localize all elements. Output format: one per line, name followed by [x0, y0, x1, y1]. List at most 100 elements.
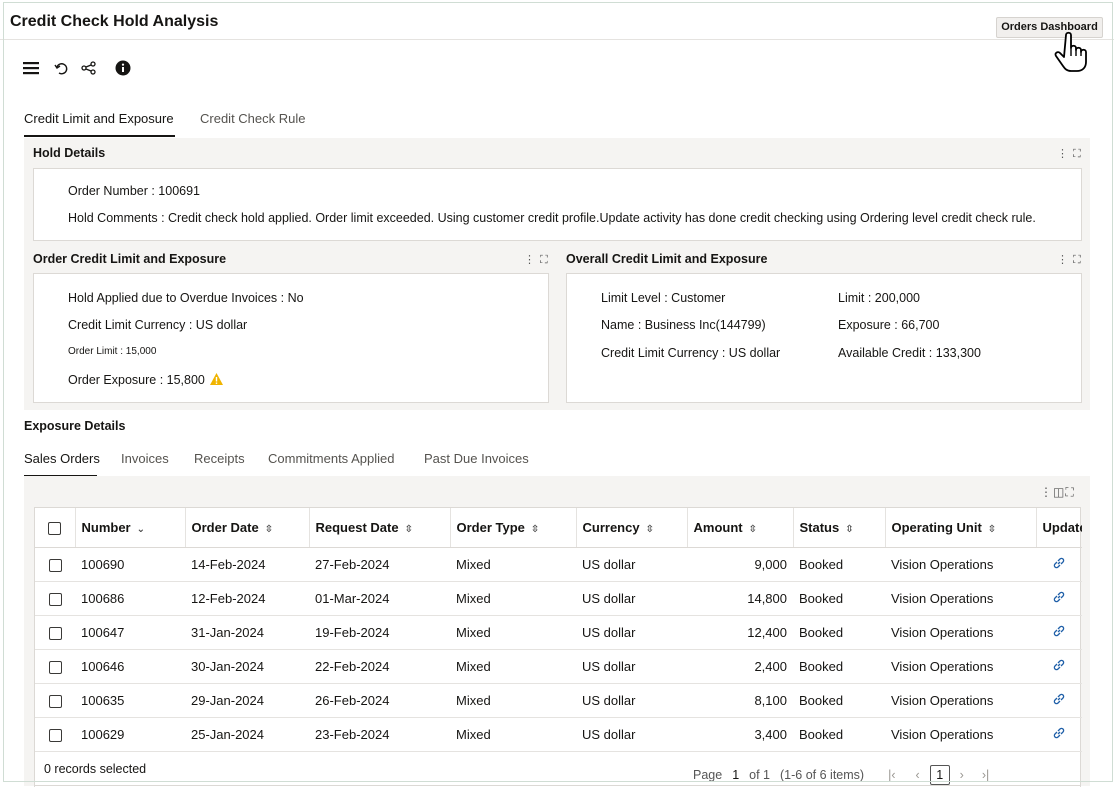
operating-unit-cell: Vision Operations	[885, 649, 1036, 684]
table-row[interactable]: 100635 29-Jan-2024 26-Feb-2024 Mixed US doll…	[35, 683, 1082, 718]
exposure-details-title: Exposure Details	[24, 419, 126, 433]
status-cell: Booked	[793, 717, 885, 752]
sort-icon: ⇳	[264, 523, 274, 535]
overall-credit-title: Overall Credit Limit and Exposure	[566, 252, 768, 266]
table-row[interactable]: 100646 30-Jan-2024 22-Feb-2024 Mixed US doll…	[35, 649, 1082, 684]
row-checkbox[interactable]	[35, 683, 75, 718]
tab-invoices[interactable]: Invoices	[121, 451, 169, 466]
available-credit: Available Credit : 133,300	[838, 346, 981, 360]
order-exposure: Order Exposure : 15,800	[68, 373, 205, 387]
update-link-icon[interactable]	[1036, 581, 1082, 616]
order-number-cell: 100690	[75, 547, 185, 582]
status-cell: Booked	[793, 547, 885, 582]
column-header-request-date[interactable]: Request Date ⇳	[309, 508, 451, 548]
row-checkbox[interactable]	[35, 649, 75, 684]
column-header-order-type[interactable]: Order Type ⇳	[450, 508, 577, 548]
sales-orders-table: Number ⌄ Order Date ⇳ Request Date ⇳ Order …	[35, 508, 1082, 752]
tab-credit-limit-exposure[interactable]: Credit Limit and Exposure	[24, 111, 174, 126]
tab-commitments-applied[interactable]: Commitments Applied	[268, 451, 394, 466]
hold-details-actions-icon[interactable]: ⋮ ⛶	[1057, 147, 1082, 161]
tab-sales-orders[interactable]: Sales Orders	[24, 451, 100, 466]
warning-icon	[209, 372, 224, 389]
order-type-cell: Mixed	[450, 717, 576, 752]
page-range: (1-6 of 6 items)	[780, 768, 865, 782]
row-checkbox[interactable]	[35, 615, 75, 650]
tab-receipts[interactable]: Receipts	[194, 451, 245, 466]
next-page-icon[interactable]: ›	[960, 768, 964, 782]
page-of: of 1	[749, 768, 771, 782]
table-row[interactable]: 100647 31-Jan-2024 19-Feb-2024 Mixed US doll…	[35, 615, 1082, 650]
share-icon[interactable]	[78, 57, 100, 79]
title-bar: Credit Check Hold Analysis Orders Dashbo…	[0, 0, 1114, 40]
order-limit: Order Limit : 15,000	[68, 346, 157, 357]
customer-name: Name : Business Inc(144799)	[601, 318, 766, 332]
request-date-cell: 27-Feb-2024	[309, 547, 450, 582]
tab-credit-check-rule[interactable]: Credit Check Rule	[200, 111, 306, 126]
sort-icon: ⇳	[845, 523, 854, 535]
currency-cell: US dollar	[576, 547, 687, 582]
table-header-row: Number ⌄ Order Date ⇳ Request Date ⇳ Order …	[35, 508, 1082, 548]
toolbar	[20, 55, 134, 81]
update-link-icon[interactable]	[1036, 649, 1082, 684]
row-checkbox[interactable]	[35, 581, 75, 616]
currency-cell: US dollar	[576, 683, 687, 718]
overall-credit-actions-icon[interactable]: ⋮ ⛶	[1057, 253, 1082, 267]
operating-unit-cell: Vision Operations	[885, 547, 1036, 582]
request-date-cell: 01-Mar-2024	[309, 581, 450, 616]
operating-unit-cell: Vision Operations	[885, 717, 1036, 752]
tab-past-due-invoices[interactable]: Past Due Invoices	[424, 451, 529, 466]
sales-orders-panel: ⋮◫⛶ Number ⌄ Order Date ⇳ Request Date ⇳ Or…	[24, 476, 1090, 787]
order-number-cell: 100635	[75, 683, 185, 718]
column-header-number[interactable]: Number ⌄	[75, 508, 186, 548]
update-link-icon[interactable]	[1036, 717, 1082, 752]
order-date-cell: 12-Feb-2024	[185, 581, 309, 616]
order-number-cell: 100686	[75, 581, 185, 616]
column-header-amount[interactable]: Amount ⇳	[687, 508, 794, 548]
row-checkbox[interactable]	[35, 717, 75, 752]
amount-cell: 8,100	[687, 683, 793, 718]
status-cell: Booked	[793, 581, 885, 616]
update-link-icon[interactable]	[1036, 615, 1082, 650]
current-page-button[interactable]: 1	[929, 765, 950, 785]
hamburger-menu-icon[interactable]	[20, 57, 42, 79]
info-icon[interactable]	[112, 57, 134, 79]
select-all-checkbox[interactable]	[35, 508, 76, 548]
row-checkbox[interactable]	[35, 547, 75, 582]
request-date-cell: 26-Feb-2024	[309, 683, 450, 718]
column-header-currency[interactable]: Currency ⇳	[576, 508, 688, 548]
update-link-icon[interactable]	[1036, 683, 1082, 718]
undo-icon[interactable]	[50, 57, 72, 79]
currency-cell: US dollar	[576, 615, 687, 650]
order-number-cell: 100646	[75, 649, 185, 684]
hold-details-title: Hold Details	[33, 146, 106, 160]
hold-comments: Hold Comments : Credit check hold applie…	[68, 211, 1036, 225]
first-page-icon[interactable]: |‹	[888, 768, 895, 782]
page-number: 1	[732, 768, 740, 782]
table-row[interactable]: 100629 25-Jan-2024 23-Feb-2024 Mixed US doll…	[35, 717, 1082, 752]
sort-icon: ⇳	[987, 523, 997, 535]
table-row[interactable]: 100690 14-Feb-2024 27-Feb-2024 Mixed US doll…	[35, 547, 1082, 582]
sort-icon: ⇳	[645, 523, 654, 535]
update-link-icon[interactable]	[1036, 547, 1082, 582]
order-credit-actions-icon[interactable]: ⋮ ⛶	[524, 253, 549, 267]
currency-cell: US dollar	[576, 649, 687, 684]
operating-unit-cell: Vision Operations	[885, 683, 1036, 718]
table-row[interactable]: 100686 12-Feb-2024 01-Mar-2024 Mixed US doll…	[35, 581, 1082, 616]
active-tab-indicator	[24, 135, 175, 137]
prev-page-icon[interactable]: ‹	[916, 768, 920, 782]
column-header-operating-unit[interactable]: Operating Unit ⇳	[885, 508, 1037, 548]
column-header-status[interactable]: Status ⇳	[793, 508, 886, 548]
order-type-cell: Mixed	[450, 581, 576, 616]
records-selected: 0 records selected	[44, 762, 147, 776]
last-page-icon[interactable]: ›|	[982, 768, 989, 782]
table-actions-icon[interactable]: ⋮◫⛶	[1040, 485, 1075, 500]
limit-level: Limit Level : Customer	[601, 291, 726, 305]
sort-icon: ⇳	[404, 523, 413, 535]
order-date-cell: 31-Jan-2024	[185, 615, 309, 650]
column-header-order-date[interactable]: Order Date ⇳	[185, 508, 310, 548]
table-footer: 0 records selected Page 1 of 1 (1-6 of 6…	[34, 762, 1081, 786]
credit-exposure: Exposure : 66,700	[838, 318, 940, 332]
amount-cell: 9,000	[687, 547, 793, 582]
sort-icon: ⇳	[530, 523, 540, 535]
currency-cell: US dollar	[576, 717, 687, 752]
